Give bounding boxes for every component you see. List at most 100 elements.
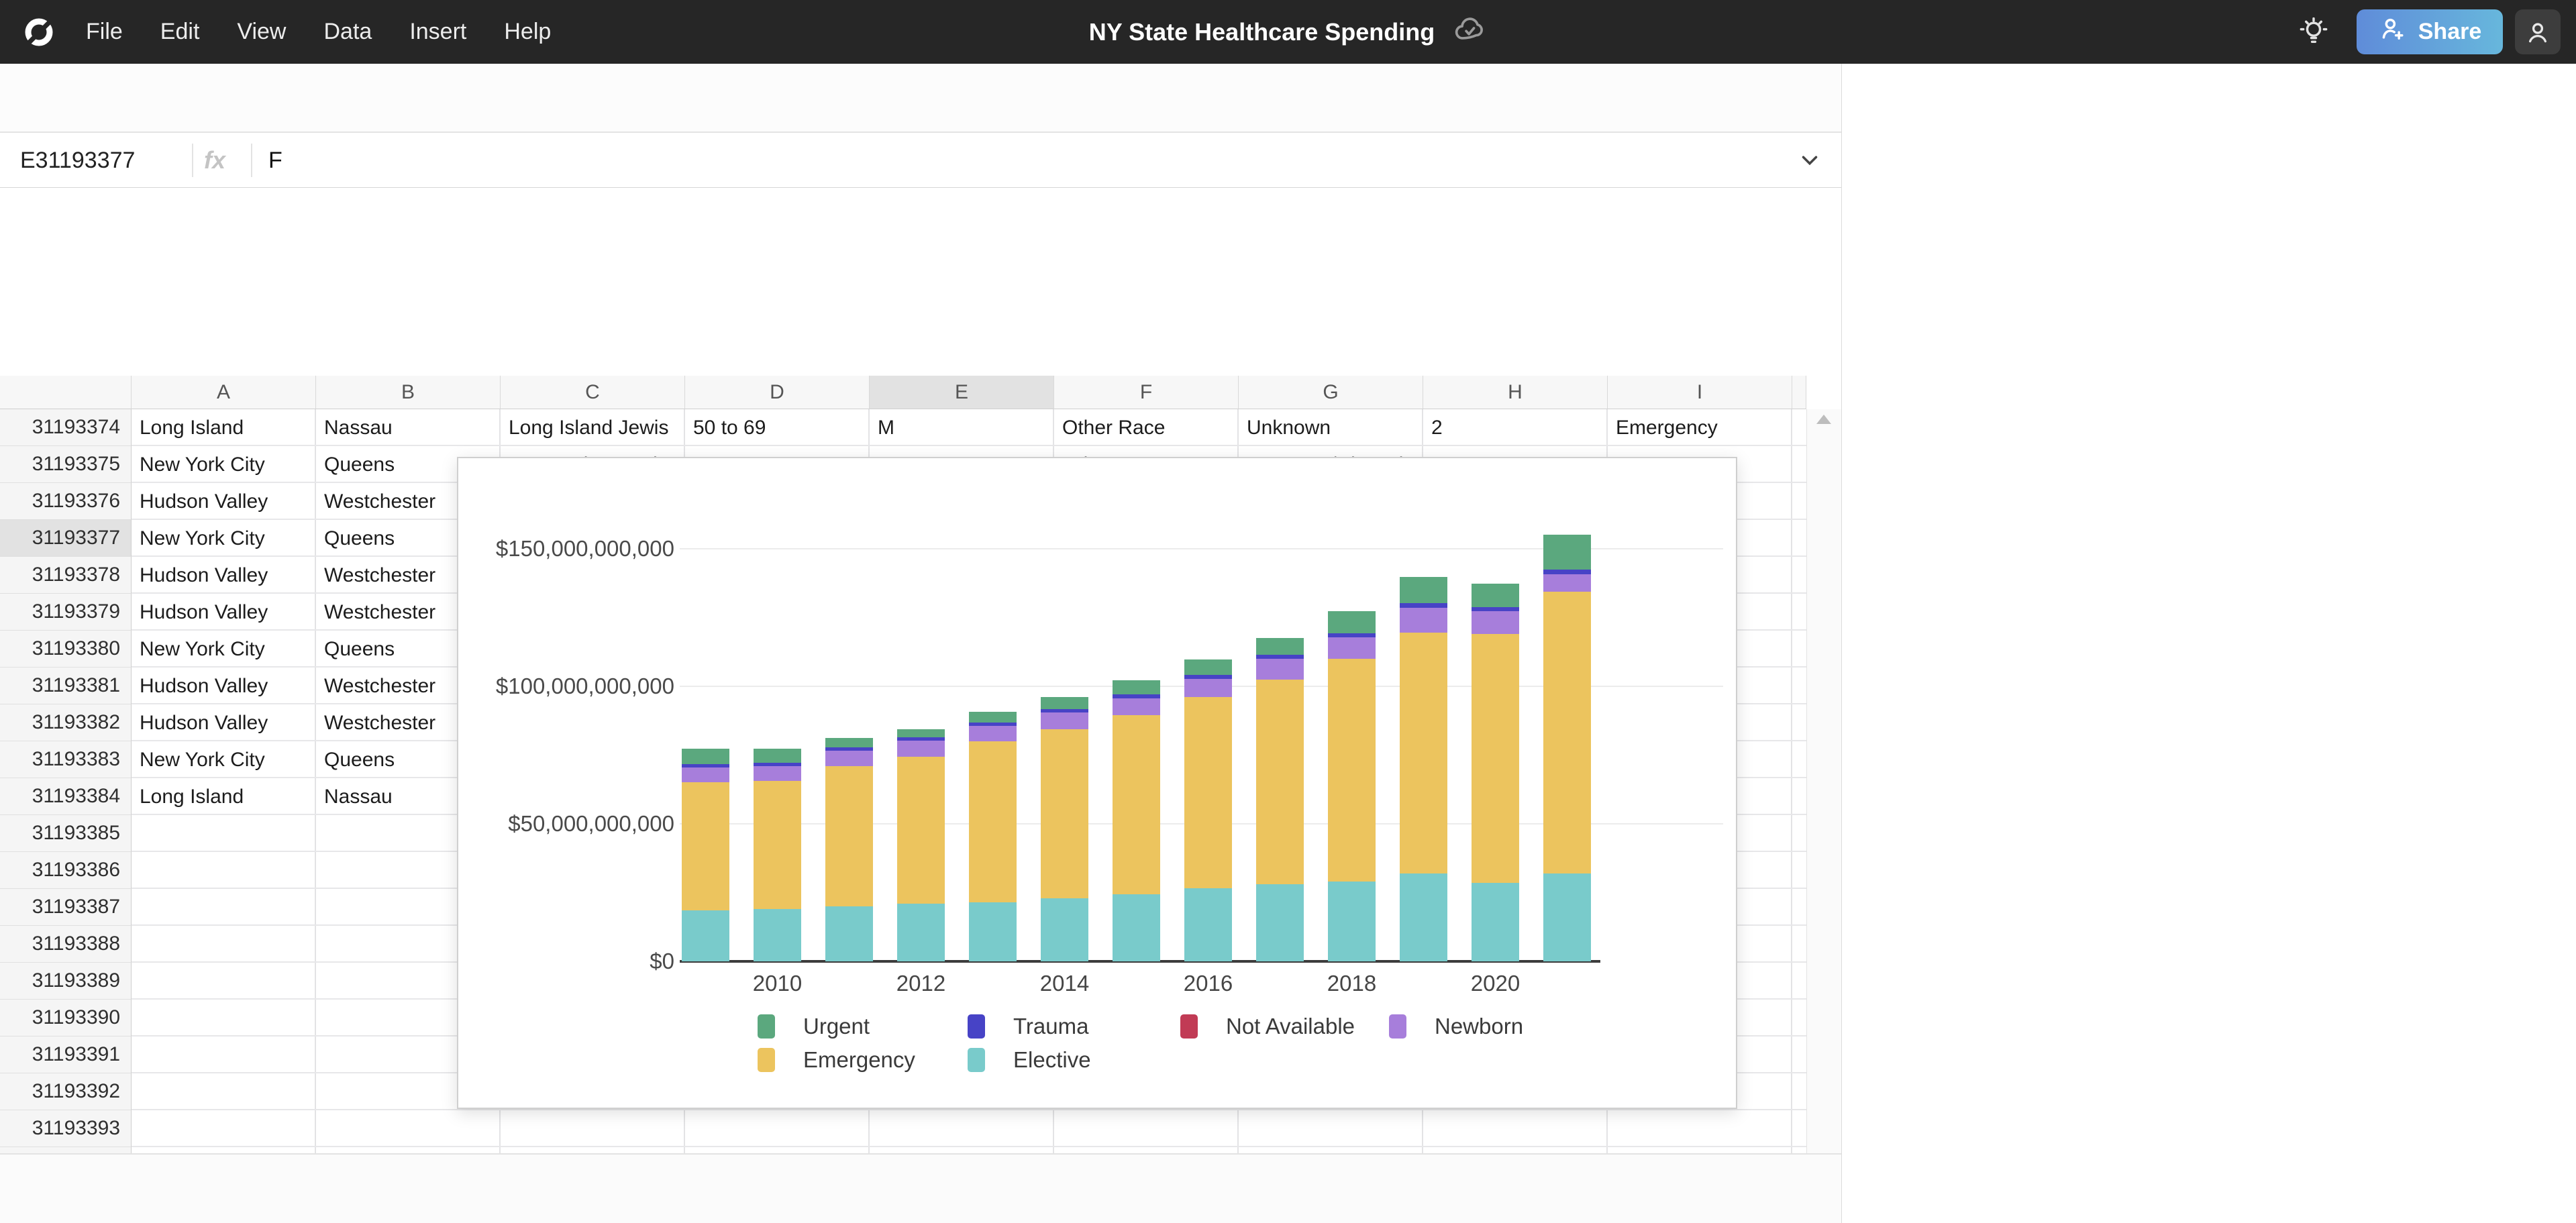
row-header[interactable]: 31193387 [0,889,132,926]
bar-segment-emergency [1041,729,1088,898]
grid-cell[interactable]: 50 to 69 [685,409,870,446]
column-header-F[interactable]: F [1054,376,1239,409]
row-header[interactable]: 31193384 [0,778,132,815]
grid-cell[interactable]: New York City [132,446,316,483]
bar-segment-newborn [1184,679,1232,697]
row-header[interactable]: 31193389 [0,963,132,1000]
grid-cell[interactable]: Hudson Valley [132,483,316,520]
menu-item-edit[interactable]: Edit [160,19,200,45]
row-header[interactable]: 31193390 [0,1000,132,1036]
bar-segment-trauma [969,723,1017,726]
x-tick-label: 2010 [731,971,825,996]
grid-cell[interactable]: New York City [132,520,316,557]
grid-cell[interactable]: 2 [1423,409,1608,446]
user-avatar-button[interactable] [2515,9,2561,54]
column-header-D[interactable]: D [685,376,870,409]
row-header[interactable]: 31193382 [0,704,132,741]
row-header[interactable]: 31193388 [0,926,132,963]
bar-segment-trauma [1256,655,1304,659]
bar-segment-urgent [1400,577,1447,603]
bar-segment-trauma [754,763,801,766]
legend-swatch [1180,1014,1198,1039]
grid-cell[interactable]: Nassau [316,409,501,446]
menu-item-file[interactable]: File [86,19,123,45]
x-tick-label: 2016 [1162,971,1255,996]
corner-header[interactable] [0,376,132,409]
bar-segment-trauma [1328,633,1376,637]
grid-cell[interactable]: Other Race [1054,409,1239,446]
cell-reference[interactable]: E31193377 [20,133,135,188]
cloud-sync-icon [1452,13,1487,51]
row-header[interactable]: 31193392 [0,1073,132,1110]
row-header[interactable]: 31193391 [0,1036,132,1073]
row-header[interactable]: 31193379 [0,594,132,631]
quadratic-logo-icon[interactable] [23,16,55,52]
legend-swatch [968,1048,985,1072]
grid-cell[interactable]: Hudson Valley [132,594,316,631]
row-header[interactable]: 31193385 [0,815,132,852]
grid-vertical-scrollbar[interactable] [1806,409,1841,1223]
formula-input[interactable]: F [268,133,282,188]
legend-label: Newborn [1435,1014,1523,1039]
row-header[interactable]: 31193375 [0,446,132,483]
feedback-lightbulb-icon[interactable] [2294,12,2334,52]
row-header[interactable]: 31193374 [0,409,132,446]
legend-item: Emergency [758,1047,915,1073]
legend-label: Emergency [803,1047,915,1073]
column-header-I[interactable]: I [1608,376,1792,409]
share-button[interactable]: Share [2357,9,2503,54]
grid-cell[interactable]: New York City [132,631,316,668]
grid-cell[interactable]: Hudson Valley [132,557,316,594]
grid-cell[interactable]: Long Island Jewis [501,409,685,446]
x-tick-label: 2018 [1305,971,1399,996]
menu-item-help[interactable]: Help [504,19,551,45]
x-tick-label: 2012 [874,971,968,996]
row-header[interactable]: 31193381 [0,668,132,704]
column-header-G[interactable]: G [1239,376,1423,409]
formula-bar-expand-icon[interactable] [1797,148,1822,176]
row-header[interactable]: 31193386 [0,852,132,889]
row-header[interactable]: 31193377 [0,520,132,557]
row-header[interactable]: 31193393 [0,1110,132,1147]
menu-item-insert[interactable]: Insert [409,19,466,45]
row-header[interactable]: 31193380 [0,631,132,668]
grid-cell[interactable]: New York City [132,741,316,778]
grid-cell[interactable]: M [870,409,1054,446]
column-header-H[interactable]: H [1423,376,1608,409]
y-tick-label: $50,000,000,000 [465,809,674,839]
grid-cell[interactable]: Long Island [132,778,316,815]
bar-segment-emergency [1256,680,1304,884]
bar-segment-emergency [682,782,729,910]
grid-cell[interactable]: Hudson Valley [132,668,316,704]
column-header-E[interactable]: E [870,376,1054,409]
grid-cell[interactable]: Hudson Valley [132,704,316,741]
bar-segment-emergency [897,757,945,904]
menu-item-view[interactable]: View [237,19,286,45]
document-title[interactable]: NY State Healthcare Spending [1089,18,1435,46]
column-header-B[interactable]: B [316,376,501,409]
legend-item: Urgent [758,1013,870,1040]
column-header-C[interactable]: C [501,376,685,409]
row-header[interactable]: 31193378 [0,557,132,594]
grid-cell[interactable]: Long Island [132,409,316,446]
row-header[interactable]: 31193376 [0,483,132,520]
column-header-partial[interactable] [1792,376,1806,409]
bar-segment-urgent [754,749,801,763]
grid-cell[interactable]: Emergency [1608,409,1792,446]
bar-segment-emergency [1113,715,1160,894]
bar-segment-emergency [825,766,873,906]
bar-segment-emergency [969,741,1017,902]
column-header-A[interactable]: A [132,376,316,409]
bar-segment-trauma [825,747,873,751]
grid-cell[interactable]: Unknown [1239,409,1423,446]
sheet-bar: + Sheet0Sheet1 [0,1153,1841,1223]
bar-segment-newborn [1041,712,1088,729]
bar-segment-emergency [754,781,801,909]
row-header[interactable]: 31193383 [0,741,132,778]
embedded-chart[interactable]: $0$50,000,000,000$100,000,000,000$150,00… [457,457,1737,1109]
menu-item-data[interactable]: Data [323,19,372,45]
x-tick-label: 2014 [1018,971,1112,996]
legend-label: Urgent [803,1014,870,1039]
legend-item: Newborn [1389,1013,1523,1040]
scroll-up-arrow[interactable] [1816,415,1831,424]
